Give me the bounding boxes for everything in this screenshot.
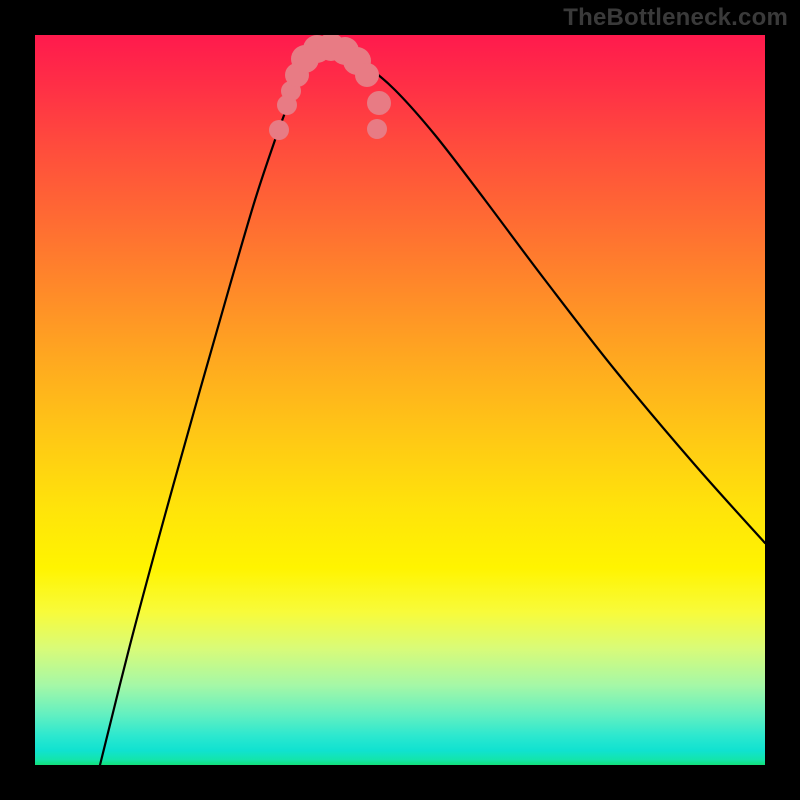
highlight-marker	[367, 119, 387, 139]
curve-svg	[35, 35, 765, 765]
highlight-marker	[367, 91, 391, 115]
highlight-marker	[269, 120, 289, 140]
bottleneck-curve	[100, 45, 765, 765]
highlight-marker	[355, 63, 379, 87]
chart-frame: TheBottleneck.com	[0, 0, 800, 800]
watermark-label: TheBottleneck.com	[563, 4, 788, 32]
plot-area	[35, 35, 765, 765]
marker-group	[269, 35, 391, 140]
